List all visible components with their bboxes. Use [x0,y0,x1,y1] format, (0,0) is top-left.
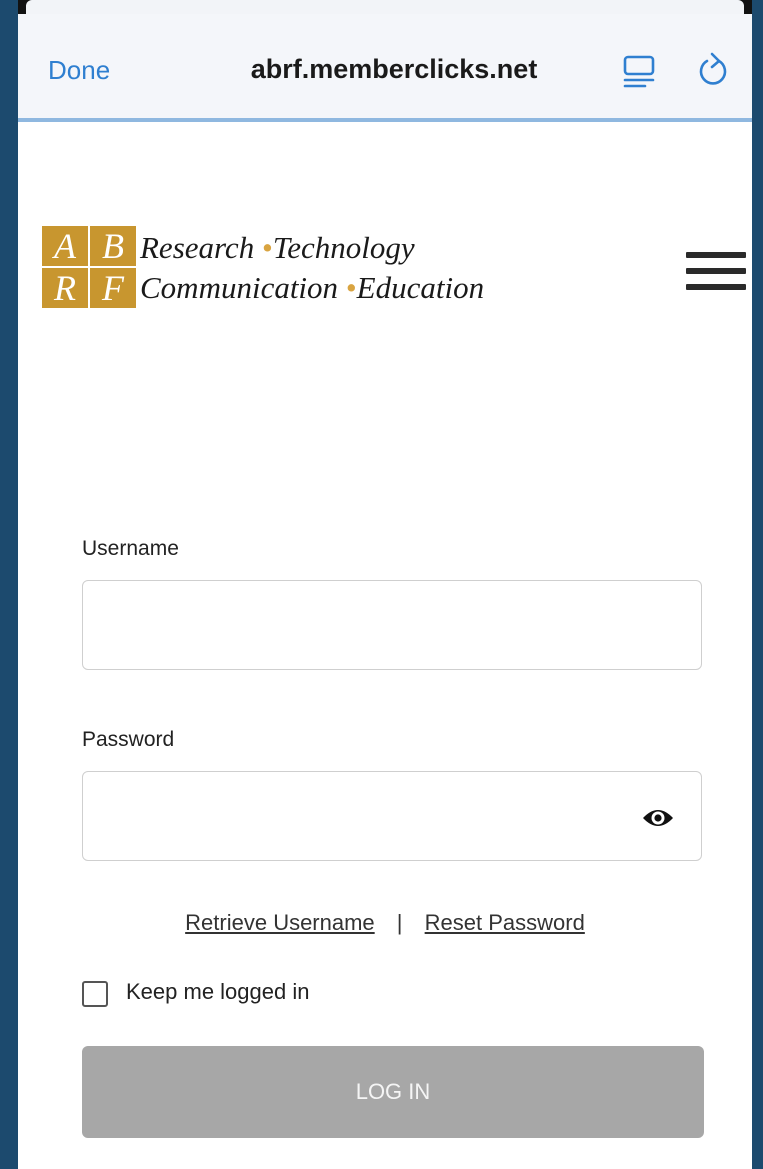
tagline-research: Research [140,230,255,265]
reload-icon[interactable] [696,52,730,88]
logo-letter-r: R [54,268,76,308]
logo-letter-b: B [102,226,124,266]
browser-frame: Done abrf.memberclicks.net A B R F Resea… [18,0,752,1169]
top-strip [18,0,752,14]
eye-icon[interactable] [641,806,675,830]
password-field[interactable] [82,771,702,861]
password-input[interactable] [83,772,701,860]
username-input[interactable] [83,581,701,669]
link-separator: | [396,910,403,935]
password-label: Password [82,728,175,751]
abrf-logo[interactable]: A B R F Research •Technology Communicati… [42,226,522,312]
username-label: Username [82,537,179,560]
keep-logged-in-label[interactable]: Keep me logged in [126,979,309,1005]
reset-password-link[interactable]: Reset Password [425,910,585,935]
logo-tagline-line1: Research •Technology [140,230,415,266]
hamburger-menu-icon[interactable] [686,252,746,292]
logo-tagline-line2: Communication •Education [140,270,484,306]
tagline-dot: • [261,230,273,265]
reader-mode-icon[interactable] [623,54,655,88]
logo-letter-a: A [54,226,76,266]
tagline-communication: Communication [140,270,339,305]
logo-letter-f: F [102,268,124,308]
login-button[interactable]: LOG IN [82,1046,704,1138]
tagline-technology: Technology [272,230,415,265]
tagline-dot: • [345,270,357,305]
username-field[interactable] [82,580,702,670]
retrieve-username-link[interactable]: Retrieve Username [185,910,375,935]
keep-logged-in-checkbox[interactable] [82,981,108,1007]
tagline-education: Education [356,270,485,305]
account-links: Retrieve Username | Reset Password [18,910,752,936]
browser-navbar: Done abrf.memberclicks.net [18,14,752,122]
